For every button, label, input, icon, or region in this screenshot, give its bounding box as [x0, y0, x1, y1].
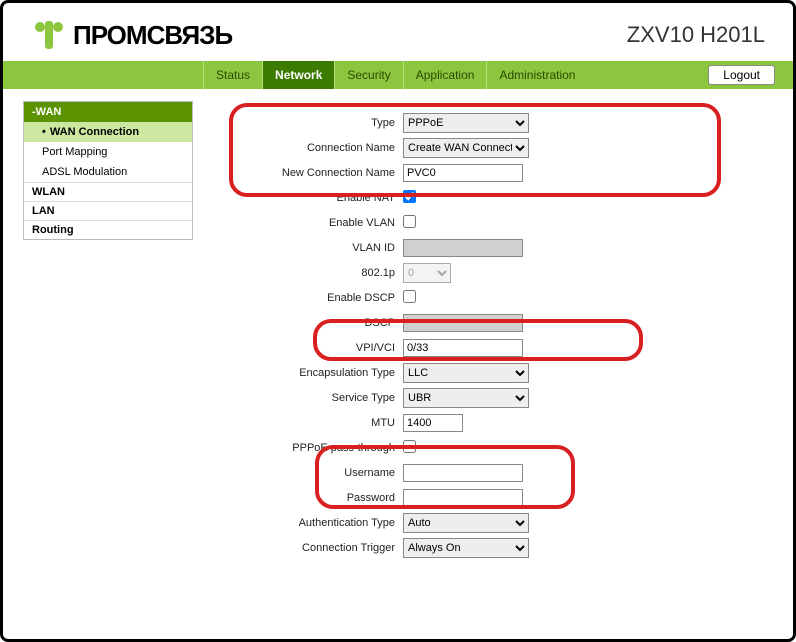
label-dscp: DSCP: [213, 317, 403, 329]
input-password[interactable]: [403, 489, 523, 507]
model-label: ZXV10 H201L: [627, 22, 765, 48]
label-encapsulation-type: Encapsulation Type: [213, 367, 403, 379]
sidebar-section-routing[interactable]: Routing: [24, 220, 192, 239]
label-enable-vlan: Enable VLAN: [213, 217, 403, 229]
sidebar-section-lan[interactable]: LAN: [24, 201, 192, 220]
label-pppoe-pass: PPPoE pass-through: [213, 442, 403, 454]
label-enable-nat: Enable NAT: [213, 192, 403, 204]
input-vlan-id: [403, 239, 523, 257]
label-mtu: MTU: [213, 417, 403, 429]
checkbox-pppoe-pass[interactable]: [403, 440, 416, 453]
select-type[interactable]: PPPoE: [403, 113, 529, 133]
tab-network[interactable]: Network: [262, 61, 334, 89]
checkbox-enable-nat[interactable]: [403, 190, 416, 203]
input-new-connection-name[interactable]: [403, 164, 523, 182]
logo-icon: [31, 17, 67, 53]
input-username[interactable]: [403, 464, 523, 482]
select-service-type[interactable]: UBR: [403, 388, 529, 408]
brand-text: ПРОМСВЯЗЬ: [73, 20, 232, 51]
input-vpi-vci[interactable]: [403, 339, 523, 357]
select-auth-type[interactable]: Auto: [403, 513, 529, 533]
tab-security[interactable]: Security: [334, 61, 402, 89]
label-vlan-id: VLAN ID: [213, 242, 403, 254]
content-pane: Type PPPoE Connection Name Create WAN Co…: [193, 101, 793, 615]
label-auth-type: Authentication Type: [213, 517, 403, 529]
select-connection-name[interactable]: Create WAN Connection: [403, 138, 529, 158]
tab-administration[interactable]: Administration: [486, 61, 587, 89]
label-vpi-vci: VPI/VCI: [213, 342, 403, 354]
header: ПРОМСВЯЗЬ ZXV10 H201L: [3, 3, 793, 61]
tab-application[interactable]: Application: [403, 61, 487, 89]
select-8021p: 0: [403, 263, 451, 283]
input-mtu[interactable]: [403, 414, 463, 432]
brand-logo: ПРОМСВЯЗЬ: [31, 17, 232, 53]
sidebar-item-port-mapping[interactable]: Port Mapping: [24, 142, 192, 162]
logout-button[interactable]: Logout: [708, 65, 775, 85]
sidebar: -WAN WAN Connection Port Mapping ADSL Mo…: [23, 101, 193, 240]
app-frame: ПРОМСВЯЗЬ ZXV10 H201L Status Network Sec…: [0, 0, 796, 642]
sidebar-item-wan-connection[interactable]: WAN Connection: [24, 122, 192, 142]
select-conn-trigger[interactable]: Always On: [403, 538, 529, 558]
sidebar-section-wan[interactable]: -WAN: [24, 102, 192, 122]
checkbox-enable-vlan[interactable]: [403, 215, 416, 228]
label-service-type: Service Type: [213, 392, 403, 404]
select-encapsulation-type[interactable]: LLC: [403, 363, 529, 383]
label-username: Username: [213, 467, 403, 479]
label-password: Password: [213, 492, 403, 504]
label-conn-trigger: Connection Trigger: [213, 542, 403, 554]
label-new-connection-name: New Connection Name: [213, 167, 403, 179]
checkbox-enable-dscp[interactable]: [403, 290, 416, 303]
label-connection-name: Connection Name: [213, 142, 403, 154]
label-type: Type: [213, 117, 403, 129]
main-tabs: Status Network Security Application Admi…: [3, 61, 793, 89]
sidebar-item-adsl-modulation[interactable]: ADSL Modulation: [24, 162, 192, 182]
input-dscp: [403, 314, 523, 332]
label-enable-dscp: Enable DSCP: [213, 292, 403, 304]
tab-status[interactable]: Status: [203, 61, 262, 89]
sidebar-section-wlan[interactable]: WLAN: [24, 182, 192, 201]
label-8021p: 802.1p: [213, 267, 403, 279]
